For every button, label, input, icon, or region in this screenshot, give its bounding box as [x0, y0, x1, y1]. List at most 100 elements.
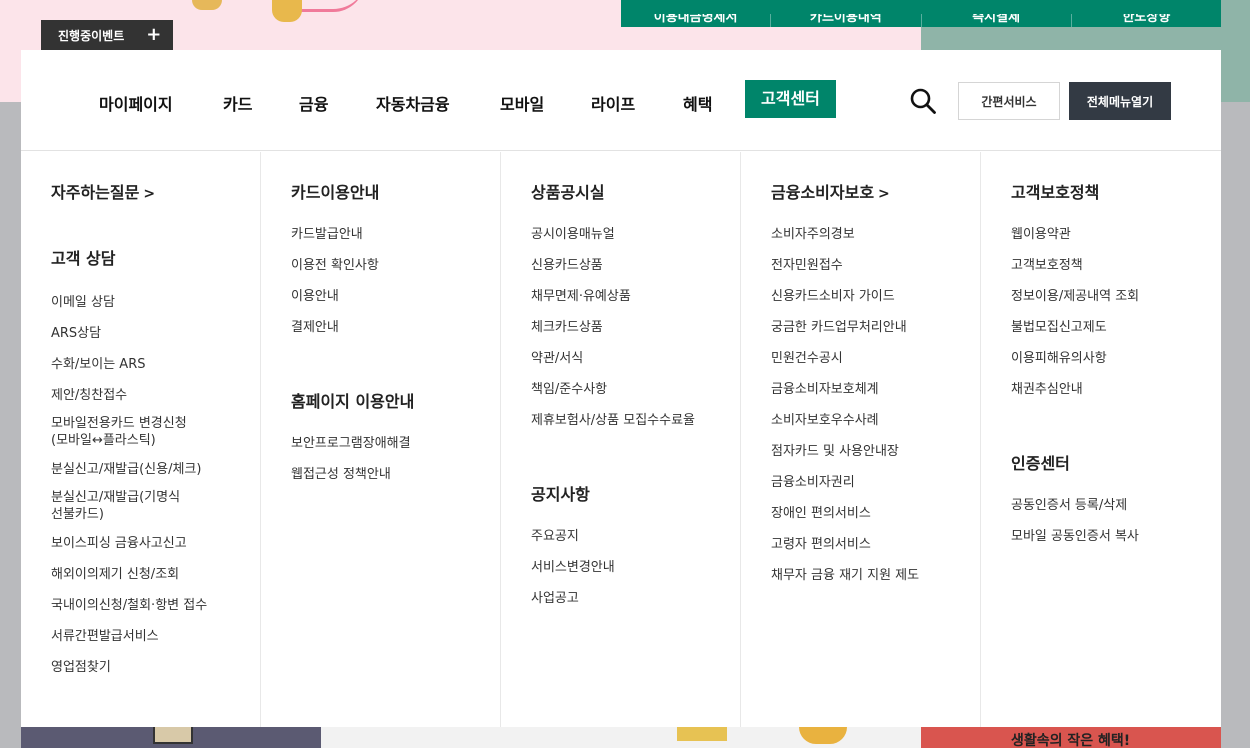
- menu-link[interactable]: 공시이용매뉴얼: [531, 226, 695, 243]
- menu-link[interactable]: 이용전 확인사항: [291, 257, 379, 274]
- bottom-banner-text: 생활속의 작은 혜택!: [1011, 733, 1131, 748]
- menu-link[interactable]: 사업공고: [531, 590, 615, 607]
- nav-item-mypage[interactable]: 마이페이지: [99, 91, 173, 115]
- menu-link[interactable]: 체크카드상품: [531, 319, 695, 336]
- menu-list: 공동인증서 등록/삭제 모바일 공동인증서 복사: [1011, 497, 1139, 545]
- quick-link[interactable]: 즉시결제: [922, 14, 1072, 27]
- bottom-banner-center[interactable]: [321, 727, 921, 748]
- menu-link[interactable]: 웹접근성 정책안내: [291, 466, 411, 483]
- menu-column: 자주하는질문 > 고객 상담 이메일 상담 ARS상담 수화/보이는 ARS 제안…: [21, 152, 261, 727]
- menu-link[interactable]: 고령자 편의서비스: [771, 536, 919, 553]
- menu-list: 주요공지 서비스변경안내 사업공고: [531, 528, 615, 607]
- menu-link[interactable]: 불법모집신고제도: [1011, 319, 1139, 336]
- menu-section-title[interactable]: 자주하는질문 >: [51, 179, 155, 203]
- card-image: [677, 727, 727, 741]
- nav-item-benefits[interactable]: 혜택: [683, 91, 712, 115]
- menu-link[interactable]: 신용카드상품: [531, 257, 695, 274]
- menu-link[interactable]: 주요공지: [531, 528, 615, 545]
- menu-link[interactable]: 수화/보이는 ARS: [51, 357, 146, 372]
- menu-column: 고객보호정책 웹이용약관 고객보호정책 정보이용/제공내역 조회 불법모집신고제…: [981, 152, 1221, 727]
- menu-column: 금융소비자보호 > 소비자주의경보 전자민원접수 신용카드소비자 가이드 궁금한 …: [741, 152, 981, 727]
- menu-link[interactable]: 궁금한 카드업무처리안내: [771, 319, 919, 336]
- menu-link[interactable]: 모바일 공동인증서 복사: [1011, 528, 1139, 545]
- menu-list: 공시이용매뉴얼 신용카드상품 채무면제·유예상품 체크카드상품 약관/서식 책임…: [531, 226, 695, 429]
- quick-service-button[interactable]: 간편서비스: [958, 82, 1060, 120]
- menu-section-title: 상품공시실: [531, 183, 605, 202]
- menu-link[interactable]: 금융소비자보호체계: [771, 381, 919, 398]
- menu-link[interactable]: 신용카드소비자 가이드: [771, 288, 919, 305]
- menu-link[interactable]: 제휴보험사/상품 모집수수료율: [531, 412, 695, 429]
- menu-link[interactable]: 결제안내: [291, 319, 379, 336]
- menu-link[interactable]: 책임/준수사항: [531, 381, 695, 398]
- menu-link[interactable]: 소비자보호우수사례: [771, 412, 919, 429]
- menu-link[interactable]: 정보이용/제공내역 조회: [1011, 288, 1139, 305]
- banner-decoration: [272, 0, 302, 22]
- menu-link[interactable]: 고객보호정책: [1011, 257, 1139, 274]
- menu-link[interactable]: 채무자 금융 재기 지원 제도: [771, 567, 919, 584]
- quick-link[interactable]: 한도상향: [1072, 14, 1221, 27]
- ongoing-events-label: 진행중이벤트: [58, 28, 125, 43]
- open-all-menu-button[interactable]: 전체메뉴열기: [1069, 82, 1171, 120]
- menu-link[interactable]: 보이스피싱 금융사고신고: [51, 536, 187, 551]
- menu-link[interactable]: 서류간편발급서비스: [51, 629, 159, 644]
- menu-link[interactable]: 전자민원접수: [771, 257, 919, 274]
- menu-link[interactable]: 장애인 편의서비스: [771, 505, 919, 522]
- nav-item-life[interactable]: 라이프: [591, 91, 635, 115]
- menu-link[interactable]: 약관/서식: [531, 350, 695, 367]
- search-icon[interactable]: [909, 87, 937, 115]
- menu-section-title: 고객 상담: [51, 249, 116, 268]
- quick-link[interactable]: 이용내금명세서: [621, 14, 772, 27]
- nav-item-mobile[interactable]: 모바일: [500, 91, 544, 115]
- menu-section-title[interactable]: 금융소비자보호 >: [771, 179, 890, 203]
- menu-list: 웹이용약관 고객보호정책 정보이용/제공내역 조회 불법모집신고제도 이용피해유…: [1011, 226, 1139, 398]
- menu-section-title: 홈페이지 이용안내: [291, 392, 415, 411]
- menu-link[interactable]: 분실신고/재발급(신용/체크): [51, 462, 201, 477]
- menu-link[interactable]: 보안프로그램장애해결: [291, 435, 411, 452]
- quick-link[interactable]: 카드이용내역: [771, 14, 922, 27]
- menu-link[interactable]: 채무면제·유예상품: [531, 288, 695, 305]
- clipboard-icon: [153, 727, 193, 744]
- menu-list: 보안프로그램장애해결 웹접근성 정책안내: [291, 435, 411, 483]
- menu-section-title: 인증센터: [1011, 454, 1070, 473]
- menu-link[interactable]: 웹이용약관: [1011, 226, 1139, 243]
- menu-link[interactable]: 국내이의신청/철회·항변 접수: [51, 598, 207, 613]
- menu-link[interactable]: 서비스변경안내: [531, 559, 615, 576]
- menu-list: 카드발급안내 이용전 확인사항 이용안내 결제안내: [291, 226, 379, 336]
- menu-link[interactable]: 영업점찾기: [51, 660, 111, 675]
- quick-links-bar: 이용내금명세서 카드이용내역 즉시결제 한도상향: [621, 0, 1221, 27]
- menu-link[interactable]: 모바일전용카드 변경신청 (모바일↔플라스틱): [51, 415, 251, 449]
- coin-image: [799, 727, 847, 744]
- chevron-right-icon: >: [878, 186, 890, 202]
- menu-column: 상품공시실 공시이용매뉴얼 신용카드상품 채무면제·유예상품 체크카드상품 약관…: [501, 152, 741, 727]
- menu-link[interactable]: 이용피해유의사항: [1011, 350, 1139, 367]
- menu-link[interactable]: 분실신고/재발급(기명식 선불카드): [51, 489, 251, 523]
- chevron-right-icon: >: [143, 186, 156, 202]
- menu-link[interactable]: 공동인증서 등록/삭제: [1011, 497, 1139, 514]
- menu-link[interactable]: 카드발급안내: [291, 226, 379, 243]
- global-navigation: 마이페이지 카드 금융 자동차금융 모바일 라이프 혜택 고객센터 간편서비스 …: [21, 50, 1221, 151]
- menu-link[interactable]: 제안/칭찬접수: [51, 388, 127, 403]
- menu-link[interactable]: 이용안내: [291, 288, 379, 305]
- menu-list: 소비자주의경보 전자민원접수 신용카드소비자 가이드 궁금한 카드업무처리안내 …: [771, 226, 919, 584]
- menu-section-title: 공지사항: [531, 485, 590, 504]
- menu-link[interactable]: 채권추심안내: [1011, 381, 1139, 398]
- menu-section-title: 카드이용안내: [291, 183, 380, 202]
- ongoing-events-button[interactable]: 진행중이벤트 +: [41, 20, 173, 50]
- menu-link[interactable]: 소비자주의경보: [771, 226, 919, 243]
- menu-section-title: 고객보호정책: [1011, 183, 1100, 202]
- plus-icon: +: [146, 24, 162, 45]
- menu-link[interactable]: 이메일 상담: [51, 295, 115, 310]
- menu-link[interactable]: 민원건수공시: [771, 350, 919, 367]
- full-menu-panel: 마이페이지 카드 금융 자동차금융 모바일 라이프 혜택 고객센터 간편서비스 …: [21, 50, 1221, 727]
- nav-item-card[interactable]: 카드: [223, 91, 252, 115]
- nav-item-finance[interactable]: 금융: [299, 91, 328, 115]
- menu-link[interactable]: 금융소비자권리: [771, 474, 919, 491]
- bottom-banner-right[interactable]: 생활속의 작은 혜택!: [921, 727, 1221, 748]
- menu-link[interactable]: 점자카드 및 사용안내장: [771, 443, 919, 460]
- bottom-banner-left[interactable]: [21, 727, 321, 748]
- nav-item-customer-center[interactable]: 고객센터: [745, 80, 836, 118]
- nav-item-auto-finance[interactable]: 자동차금융: [376, 91, 450, 115]
- menu-link[interactable]: ARS상담: [51, 326, 101, 341]
- menu-link[interactable]: 해외이의제기 신청/조회: [51, 567, 179, 582]
- menu-column: 카드이용안내 카드발급안내 이용전 확인사항 이용안내 결제안내 홈페이지 이용…: [261, 152, 501, 727]
